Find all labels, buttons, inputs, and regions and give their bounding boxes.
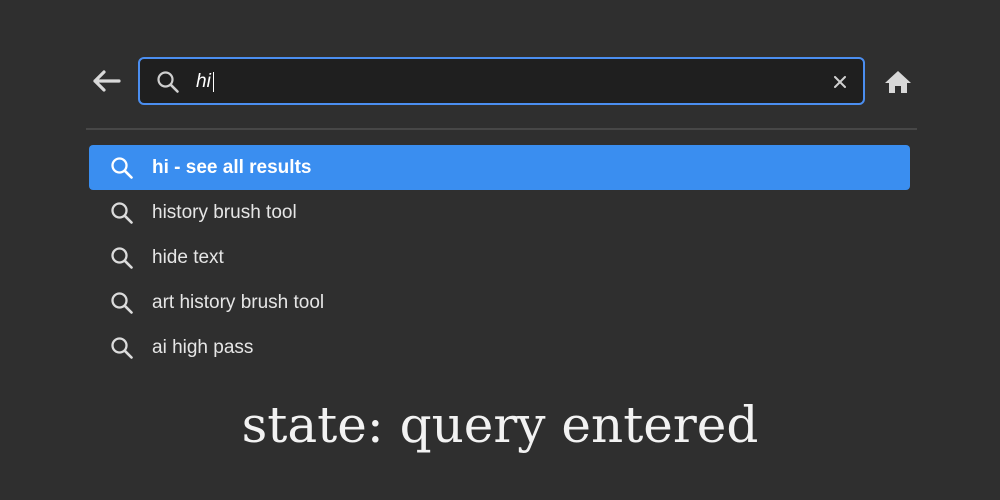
suggestion-label: history brush tool: [152, 202, 297, 223]
home-icon: [885, 71, 911, 93]
search-field[interactable]: [138, 57, 865, 105]
suggestion-label: hide text: [152, 247, 224, 268]
state-caption: state: query entered: [241, 396, 759, 454]
search-icon: [111, 157, 133, 179]
home-button[interactable]: [880, 66, 916, 98]
suggestion-label: art history brush tool: [152, 292, 325, 313]
search-input[interactable]: [196, 67, 796, 97]
header-divider: [86, 128, 917, 130]
suggestion-label: hi - see all results: [152, 157, 312, 178]
suggestion-item[interactable]: hi - see all results: [89, 145, 910, 190]
search-icon: [111, 292, 133, 314]
suggestion-label: ai high pass: [152, 337, 254, 358]
text-cursor: [213, 72, 214, 92]
suggestion-item[interactable]: ai high pass: [89, 325, 910, 370]
arrow-left-icon: [93, 70, 121, 92]
search-icon: [157, 71, 179, 93]
close-icon: [834, 76, 846, 88]
suggestion-list: hi - see all results history brush tool …: [89, 145, 910, 370]
back-button[interactable]: [86, 65, 126, 97]
suggestion-item[interactable]: art history brush tool: [89, 280, 910, 325]
clear-search-button[interactable]: [827, 69, 853, 95]
suggestion-item[interactable]: hide text: [89, 235, 910, 280]
search-icon: [111, 247, 133, 269]
search-icon: [111, 202, 133, 224]
search-header: [86, 56, 916, 106]
search-icon: [111, 337, 133, 359]
suggestion-item[interactable]: history brush tool: [89, 190, 910, 235]
